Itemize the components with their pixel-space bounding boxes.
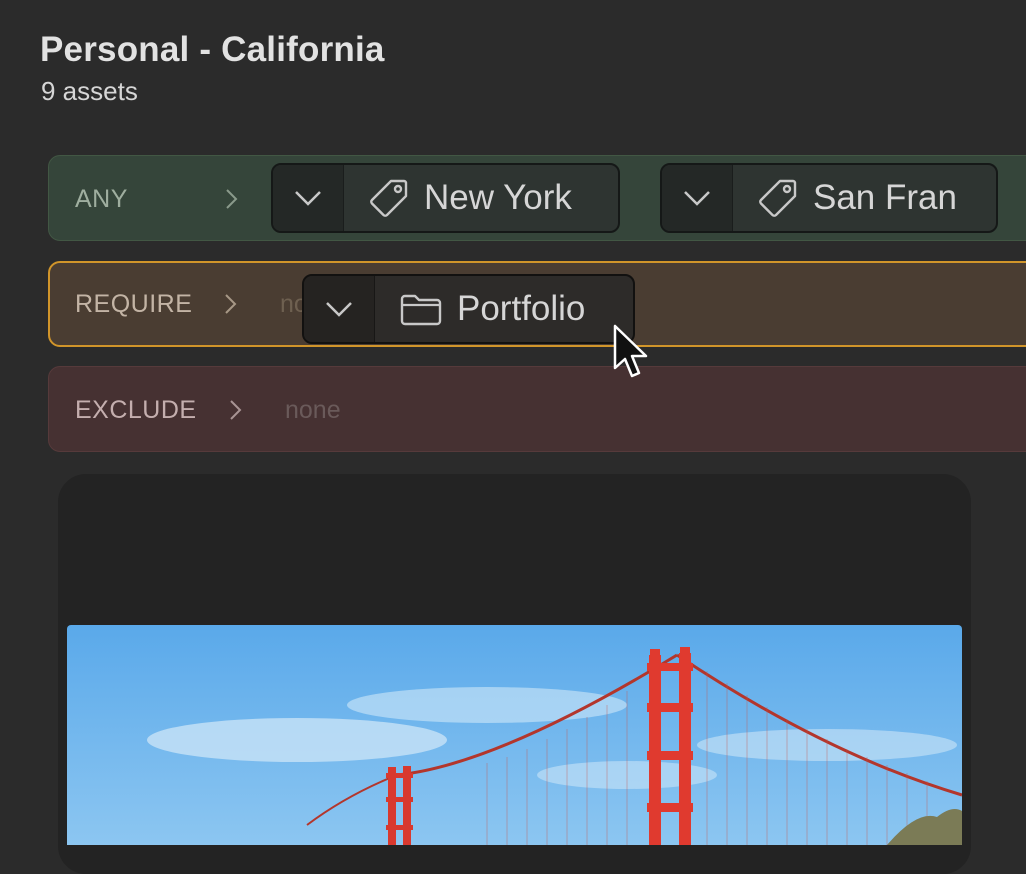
folder-icon — [399, 291, 443, 327]
chip-dropdown-button[interactable] — [304, 276, 375, 342]
chevron-right-icon[interactable] — [223, 187, 241, 211]
asset-thumbnail[interactable] — [67, 625, 962, 845]
chevron-down-icon — [684, 191, 710, 206]
rule-placeholder-exclude: none — [285, 396, 341, 424]
chip-dropdown-button[interactable] — [662, 165, 733, 231]
rule-label-any: ANY — [75, 185, 128, 213]
chevron-down-icon — [326, 302, 352, 317]
golden-gate-bridge-image — [67, 625, 962, 845]
chevron-right-icon[interactable] — [227, 398, 245, 422]
rule-row-exclude[interactable]: EXCLUDE none — [48, 366, 1026, 452]
chip-label: Portfolio — [457, 289, 586, 328]
rule-label-exclude: EXCLUDE — [75, 396, 197, 424]
folder-chip-portfolio-dragging[interactable]: Portfolio — [302, 274, 635, 344]
chip-label: New York — [424, 178, 572, 217]
tag-chip-san-fran[interactable]: San Fran — [660, 163, 998, 233]
page-title: Personal - California — [40, 30, 385, 69]
chip-dropdown-button[interactable] — [273, 165, 344, 231]
chevron-right-icon[interactable] — [222, 292, 240, 316]
rule-label-require: REQUIRE — [75, 290, 193, 318]
mouse-cursor-icon — [613, 324, 648, 378]
asset-count: 9 assets — [41, 76, 138, 106]
chip-label: San Fran — [813, 178, 957, 217]
tag-chip-new-york[interactable]: New York — [271, 163, 620, 233]
chevron-down-icon — [295, 191, 321, 206]
tag-icon — [757, 177, 799, 219]
tag-icon — [368, 177, 410, 219]
